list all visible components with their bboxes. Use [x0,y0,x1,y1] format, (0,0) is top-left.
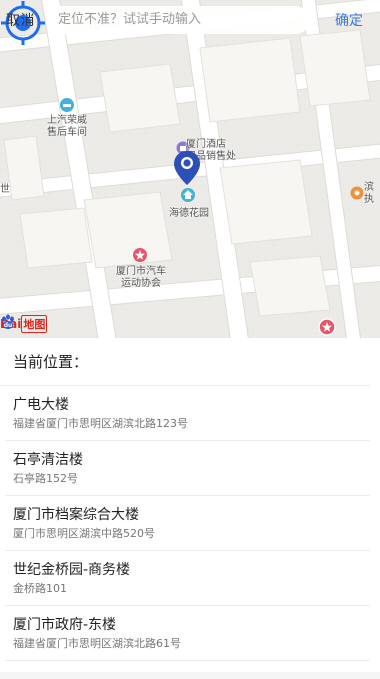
location-pin-icon [174,151,200,185]
place-address: 厦门市思明区湖滨中路520号 [13,527,155,540]
svg-text:du: du [4,322,13,329]
poi-label-roewe[interactable]: 上汽荣威 售后车间 [44,115,90,139]
poi-label-haide-garden[interactable]: 海德花园 [162,208,216,220]
place-name: 厦门市政府-东楼 [13,617,117,633]
place-address: 石亭路152号 [13,472,78,485]
map-view[interactable]: 上汽荣威 售后车间 厦门酒店 用品销售处 海德花园 厦门市汽车 运动协会 滨 执 [0,0,380,338]
baidu-map-logo: Bai du 地图 [0,314,48,334]
place-name: 厦门市档案综合大楼 [13,507,139,523]
list-item[interactable]: 广电大楼 福建省厦门市思明区湖滨北路123号 [5,386,370,441]
bottom-bar [0,672,380,679]
car-service-icon[interactable] [59,97,75,113]
place-address: 金桥路101 [13,582,67,595]
search-input[interactable]: 定位不准？试试手动输入 [46,6,310,34]
place-address: 福建省厦门市思明区湖滨北路61号 [13,637,181,650]
poi-label-right-edge[interactable]: 滨 执 [364,182,380,206]
poi-icon[interactable] [350,186,364,200]
top-bar: 取消 定位不准？试试手动输入 确定 [0,0,380,40]
place-name: 广电大楼 [13,397,69,413]
list-item[interactable]: 厦门市政府-东楼 福建省厦门市思明区湖滨北路61号 [5,606,370,661]
list-item[interactable]: 厦门市档案综合大楼 厦门市思明区湖滨中路520号 [5,496,370,551]
place-name: 世纪金桥园-商务楼 [13,562,131,578]
current-location-header: 当前位置： [0,338,370,386]
poi-label-left-edge: 世 [0,184,10,195]
poi-label-auto-association[interactable]: 厦门市汽车 运动协会 [108,266,174,290]
baidu-paw-icon: du [2,314,14,329]
residence-icon[interactable] [180,187,196,203]
star-poi-icon[interactable] [318,318,336,336]
confirm-button[interactable]: 确定 [335,10,363,30]
list-item[interactable]: 世纪金桥园-商务楼 金桥路101 [5,551,370,606]
list-item[interactable]: 石亭清洁楼 石亭路152号 [5,441,370,496]
cancel-button[interactable]: 取消 [6,10,35,30]
place-address: 福建省厦门市思明区湖滨北路123号 [13,417,188,430]
place-name: 石亭清洁楼 [13,452,83,468]
star-poi-icon[interactable] [132,247,148,263]
location-list: 当前位置： 广电大楼 福建省厦门市思明区湖滨北路123号 石亭清洁楼 石亭路15… [0,338,380,679]
